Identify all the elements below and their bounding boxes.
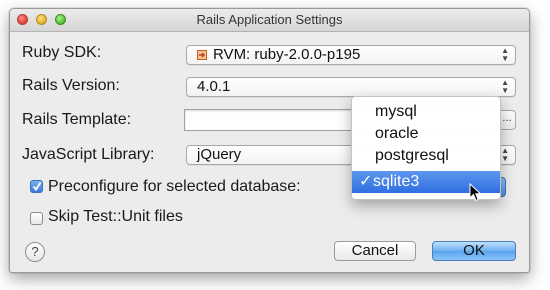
rails-version-label: Rails Version: [22, 77, 120, 94]
cancel-button[interactable]: Cancel [334, 241, 416, 261]
preconfigure-checkbox[interactable] [30, 180, 43, 193]
rails-template-label: Rails Template: [22, 111, 132, 128]
javascript-library-label: JavaScript Library: [22, 146, 155, 163]
ruby-sdk-select[interactable]: RVM: ruby-2.0.0-p195 ▲ ▼ [186, 45, 516, 65]
checkmark-icon [32, 182, 42, 192]
database-option-sqlite3-label: sqlite3 [373, 173, 420, 190]
rails-version-select[interactable]: 4.0.1 ▲ ▼ [186, 77, 516, 97]
select-arrows-icon: ▲ ▼ [501, 46, 509, 63]
select-arrows-icon: ▲ ▼ [501, 146, 509, 163]
select-arrows-icon: ▲ ▼ [501, 78, 509, 95]
window-title: Rails Application Settings [196, 12, 343, 27]
help-button[interactable]: ? [25, 242, 45, 262]
database-option-mysql[interactable]: mysql [352, 101, 500, 123]
database-option-postgresql[interactable]: postgresql [352, 145, 500, 167]
mouse-pointer-icon [469, 183, 482, 202]
ruby-sdk-value: RVM: ruby-2.0.0-p195 [213, 46, 361, 63]
preconfigure-label: Preconfigure for selected database: [48, 178, 301, 195]
skip-tests-checkbox[interactable] [30, 212, 43, 225]
rvm-icon [197, 50, 207, 60]
database-option-oracle[interactable]: oracle [352, 123, 500, 145]
skip-tests-label: Skip Test::Unit files [48, 208, 183, 225]
ok-button[interactable]: OK [432, 241, 516, 261]
ruby-sdk-label: Ruby SDK: [22, 44, 102, 61]
rails-version-value: 4.0.1 [197, 78, 231, 95]
title-bar: Rails Application Settings [10, 9, 529, 32]
selected-check-icon: ✓ [359, 173, 373, 190]
javascript-library-value: jQuery [197, 146, 242, 163]
